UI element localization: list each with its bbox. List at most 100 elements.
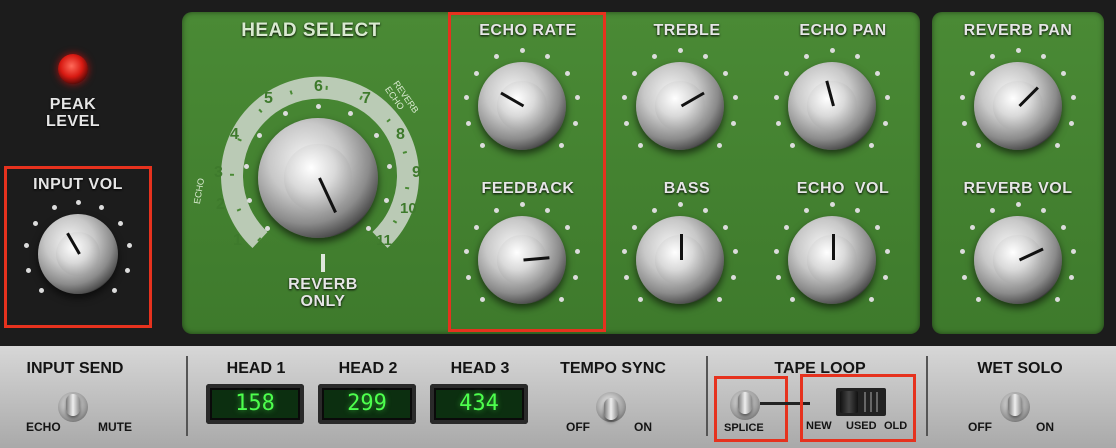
scale-dot [1070, 94, 1076, 100]
scale-dot [474, 70, 480, 76]
scale-dot [26, 267, 32, 273]
scale-dot [373, 133, 379, 139]
scale-dot [75, 199, 81, 205]
scale-dot [652, 207, 658, 213]
head-num-3: 3 [214, 164, 223, 181]
scale-dot [117, 220, 123, 226]
scale-dot [722, 70, 728, 76]
tempo-sync-toggle[interactable] [596, 392, 626, 422]
reverb-vol-label: REVERB VOL [963, 180, 1073, 197]
scale-dot [1015, 47, 1021, 53]
tempo-sync-label: TEMPO SYNC [560, 360, 666, 377]
echo-pan-knob[interactable] [788, 62, 876, 150]
scale-dot [970, 70, 976, 76]
scale-dot [622, 248, 628, 254]
scale-dot [730, 120, 736, 126]
head-num-11: 11 [376, 232, 392, 249]
scale-dot [784, 224, 790, 230]
wet-solo-label: WET SOLO [977, 360, 1063, 377]
scale-dot [677, 201, 683, 207]
scale-dot [990, 53, 996, 59]
scale-dot [732, 94, 738, 100]
reverb-vol-knob[interactable] [974, 216, 1062, 304]
scale-dot [882, 274, 888, 280]
reverb-only-label: REVERB ONLY [288, 276, 358, 310]
scale-dot [789, 143, 795, 149]
scale-dot [544, 53, 550, 59]
scale-dot [637, 143, 643, 149]
echo-pan-label: ECHO PAN [799, 22, 887, 39]
head-num-9: 9 [412, 164, 421, 181]
scale-dot [474, 224, 480, 230]
input-send-echo-label: ECHO [26, 420, 61, 434]
scale-dot [829, 201, 835, 207]
separator-1 [186, 356, 188, 436]
scale-dot [564, 224, 570, 230]
scale-dot [804, 53, 810, 59]
reverb-only-marker [321, 254, 325, 272]
scale-dot [722, 224, 728, 230]
head-select-knob[interactable] [258, 118, 378, 238]
tape-age-highlight [800, 374, 916, 442]
scale-dot [1040, 53, 1046, 59]
scale-dot [1015, 201, 1021, 207]
scale-dot [386, 164, 392, 170]
scale-dot [637, 297, 643, 303]
scale-dot [784, 70, 790, 76]
echo-vol-knob[interactable] [788, 216, 876, 304]
scale-dot [789, 297, 795, 303]
head-num-4: 4 [230, 126, 239, 143]
head2-value: 299 [324, 390, 410, 418]
scale-dot [574, 248, 580, 254]
scale-dot [804, 207, 810, 213]
peak-level-label: PEAK LEVEL [45, 96, 101, 130]
head3-label: HEAD 3 [450, 360, 510, 377]
scale-dot [975, 297, 981, 303]
scale-dot [622, 94, 628, 100]
echo-vol-label: ECHO VOL [796, 180, 890, 197]
scale-dot [519, 201, 525, 207]
scale-dot [124, 267, 130, 273]
head1-value: 158 [212, 390, 298, 418]
scale-dot [774, 94, 780, 100]
wet-solo-toggle[interactable] [1000, 392, 1030, 422]
scale-dot [572, 274, 578, 280]
head-num-2: 2 [216, 196, 225, 213]
head3-display: 434 [430, 384, 528, 424]
peak-led [58, 54, 88, 84]
treble-knob[interactable] [636, 62, 724, 150]
scale-dot [494, 53, 500, 59]
scale-dot [970, 224, 976, 230]
scale-dot [884, 94, 890, 100]
scale-dot [632, 224, 638, 230]
scale-dot [960, 248, 966, 254]
bass-label: BASS [663, 180, 711, 197]
scale-dot [494, 207, 500, 213]
scale-dot [854, 207, 860, 213]
reverb-echo-arc-label: REVERB ECHO [383, 78, 421, 115]
scale-dot [479, 143, 485, 149]
reverb-pan-knob[interactable] [974, 62, 1062, 150]
scale-dot [572, 120, 578, 126]
scale-dot [247, 197, 253, 203]
scale-dot [519, 47, 525, 53]
head-num-10: 10 [400, 200, 417, 217]
head-num-1: 1 [233, 232, 242, 249]
scale-dot [730, 274, 736, 280]
scale-dot [1068, 274, 1074, 280]
bass-knob[interactable] [636, 216, 724, 304]
scale-dot [632, 70, 638, 76]
scale-dot [464, 94, 470, 100]
scale-dot [1060, 224, 1066, 230]
scale-dot [315, 103, 321, 109]
scale-dot [677, 47, 683, 53]
scale-dot [464, 248, 470, 254]
scale-dot [854, 53, 860, 59]
scale-dot [884, 248, 890, 254]
echo-rate-feedback-highlight [448, 12, 606, 332]
input-send-toggle[interactable] [58, 392, 88, 422]
tempo-sync-off-label: OFF [566, 420, 590, 434]
head-select-title: HEAD SELECT [241, 20, 381, 41]
tempo-sync-on-label: ON [634, 420, 652, 434]
separator-3 [926, 356, 928, 436]
